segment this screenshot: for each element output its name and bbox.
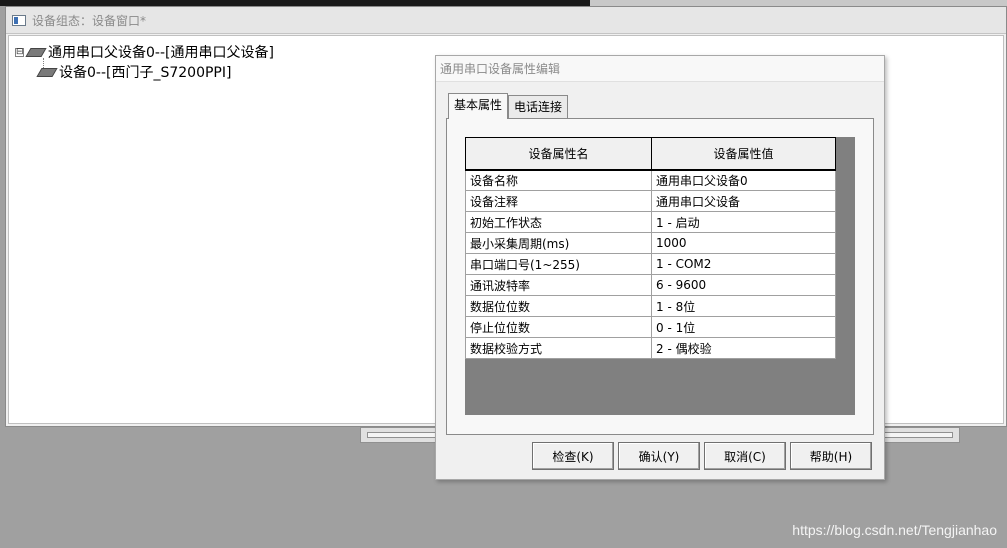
dialog-title: 通用串口设备属性编辑 (440, 62, 561, 76)
property-name-cell: 数据校验方式 (465, 337, 652, 359)
table-row[interactable]: 数据位位数 1 - 8位 (465, 295, 836, 317)
table-row[interactable]: 初始工作状态 1 - 启动 (465, 211, 836, 233)
property-grid-area: 设备属性名 设备属性值 设备名称 通用串口父设备0 设备注释 通用串口父设备 初… (465, 137, 855, 415)
property-value-cell[interactable]: 1000 (651, 232, 836, 254)
property-name-cell: 最小采集周期(ms) (465, 232, 652, 254)
tree-node-child-device[interactable]: 设备0--[西门子_S7200PPI] (36, 62, 232, 82)
tab-panel-basic: 设备属性名 设备属性值 设备名称 通用串口父设备0 设备注释 通用串口父设备 初… (446, 118, 874, 435)
table-row[interactable]: 停止位位数 0 - 1位 (465, 316, 836, 338)
collapse-icon[interactable]: ⊟ (15, 47, 24, 57)
confirm-button[interactable]: 确认(Y) (618, 442, 700, 470)
property-table: 设备属性名 设备属性值 设备名称 通用串口父设备0 设备注释 通用串口父设备 初… (465, 137, 836, 359)
property-value-cell[interactable]: 1 - 8位 (651, 295, 836, 317)
property-name-cell: 初始工作状态 (465, 211, 652, 233)
device-window-titlebar[interactable]: 设备组态：设备窗口* (6, 7, 1006, 34)
property-value-cell[interactable]: 通用串口父设备0 (651, 169, 836, 191)
property-value-cell[interactable]: 2 - 偶校验 (651, 337, 836, 359)
help-button[interactable]: 帮助(H) (790, 442, 872, 470)
tab-basic-properties[interactable]: 基本属性 (448, 93, 509, 119)
tree-node-parent-device[interactable]: ⊟ 通用串口父设备0--[通用串口父设备] (15, 42, 274, 62)
check-button[interactable]: 检查(K) (532, 442, 614, 470)
tab-phone-connection[interactable]: 电话连接 (508, 95, 569, 118)
property-name-cell: 通讯波特率 (465, 274, 652, 296)
tab-bar: 基本属性 电话连接 (448, 93, 569, 119)
table-row[interactable]: 串口端口号(1~255) 1 - COM2 (465, 253, 836, 275)
property-value-cell[interactable]: 通用串口父设备 (651, 190, 836, 212)
tree-node-label: 设备0--[西门子_S7200PPI] (59, 65, 232, 81)
serial-device-property-dialog: 通用串口设备属性编辑 基本属性 电话连接 设备属性名 设备属性值 设备名称 通用… (435, 55, 885, 480)
table-row[interactable]: 数据校验方式 2 - 偶校验 (465, 337, 836, 359)
table-row[interactable]: 设备注释 通用串口父设备 (465, 190, 836, 212)
dialog-titlebar[interactable]: 通用串口设备属性编辑 (436, 56, 884, 82)
cancel-button[interactable]: 取消(C) (704, 442, 786, 470)
property-value-cell[interactable]: 6 - 9600 (651, 274, 836, 296)
property-name-cell: 数据位位数 (465, 295, 652, 317)
property-value-cell[interactable]: 0 - 1位 (651, 316, 836, 338)
window-icon (12, 14, 26, 26)
table-row[interactable]: 通讯波特率 6 - 9600 (465, 274, 836, 296)
property-name-cell: 设备名称 (465, 169, 652, 191)
column-header-property-name[interactable]: 设备属性名 (465, 137, 652, 171)
property-value-cell[interactable]: 1 - 启动 (651, 211, 836, 233)
tree-node-label: 通用串口父设备0--[通用串口父设备] (48, 45, 274, 61)
device-chip-icon (36, 67, 58, 77)
property-name-cell: 串口端口号(1~255) (465, 253, 652, 275)
watermark-text: https://blog.csdn.net/Tengjianhao (792, 522, 997, 538)
device-chip-icon (25, 47, 47, 57)
device-window-title: 设备组态：设备窗口* (32, 13, 147, 28)
table-row[interactable]: 最小采集周期(ms) 1000 (465, 232, 836, 254)
property-name-cell: 停止位位数 (465, 316, 652, 338)
dialog-button-row: 检查(K) 确认(Y) 取消(C) 帮助(H) (528, 442, 872, 470)
property-value-cell[interactable]: 1 - COM2 (651, 253, 836, 275)
table-row[interactable]: 设备名称 通用串口父设备0 (465, 169, 836, 191)
column-header-property-value[interactable]: 设备属性值 (651, 137, 836, 171)
property-name-cell: 设备注释 (465, 190, 652, 212)
